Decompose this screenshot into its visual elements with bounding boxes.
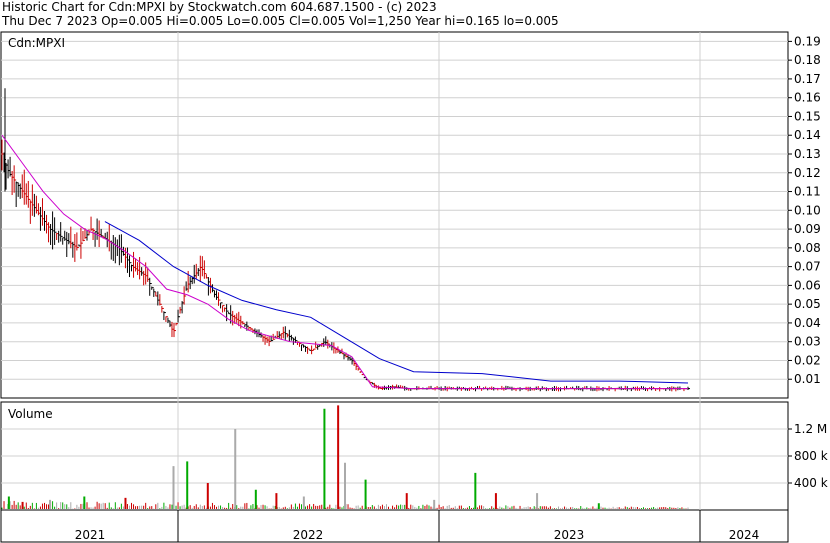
- price-tick-label: 0.14: [794, 128, 821, 142]
- price-tick-label: 0.09: [794, 222, 821, 236]
- volume-label: Volume: [8, 407, 53, 421]
- date-axis: [0, 509, 789, 543]
- price-tick-label: 0.19: [794, 34, 821, 48]
- price-tick-label: 0.08: [794, 241, 821, 255]
- price-tick-label: 0.07: [794, 260, 821, 274]
- year-label: 2021: [75, 528, 106, 542]
- price-tick-label: 0.17: [794, 72, 821, 86]
- year-label: 2023: [554, 528, 585, 542]
- volume-tick-label: 800 k: [794, 449, 828, 463]
- symbol-label: Cdn:MPXI: [8, 36, 65, 50]
- price-tick-label: 0.11: [794, 185, 821, 199]
- price-tick-label: 0.18: [794, 53, 821, 67]
- price-tick-label: 0.10: [794, 203, 821, 217]
- price-tick-label: 0.05: [794, 297, 821, 311]
- price-axis-ticks: 0.19 0.18 0.17 0.16 0.15 0.14 0.13 0.12 0.11 0.10…: [788, 34, 821, 386]
- stock-chart: 0.19 0.18 0.17 0.16 0.15 0.14 0.13 0.12 0.11 0.10…: [0, 31, 828, 543]
- price-tick-label: 0.15: [794, 109, 821, 123]
- price-tick-label: 0.01: [794, 372, 821, 386]
- price-panel: [0, 31, 789, 399]
- year-label: 2024: [729, 528, 760, 542]
- price-tick-label: 0.02: [794, 353, 821, 367]
- price-tick-label: 0.13: [794, 147, 821, 161]
- volume-tick-label: 400 k: [794, 476, 828, 490]
- price-tick-label: 0.06: [794, 278, 821, 292]
- price-tick-label: 0.03: [794, 335, 821, 349]
- volume-axis-ticks: 1.2 M 800 k 400 k: [788, 422, 828, 490]
- price-tick-label: 0.04: [794, 316, 821, 330]
- year-label: 2022: [293, 528, 324, 542]
- volume-tick-label: 1.2 M: [794, 422, 827, 436]
- price-tick-label: 0.12: [794, 166, 821, 180]
- price-tick-label: 0.16: [794, 91, 821, 105]
